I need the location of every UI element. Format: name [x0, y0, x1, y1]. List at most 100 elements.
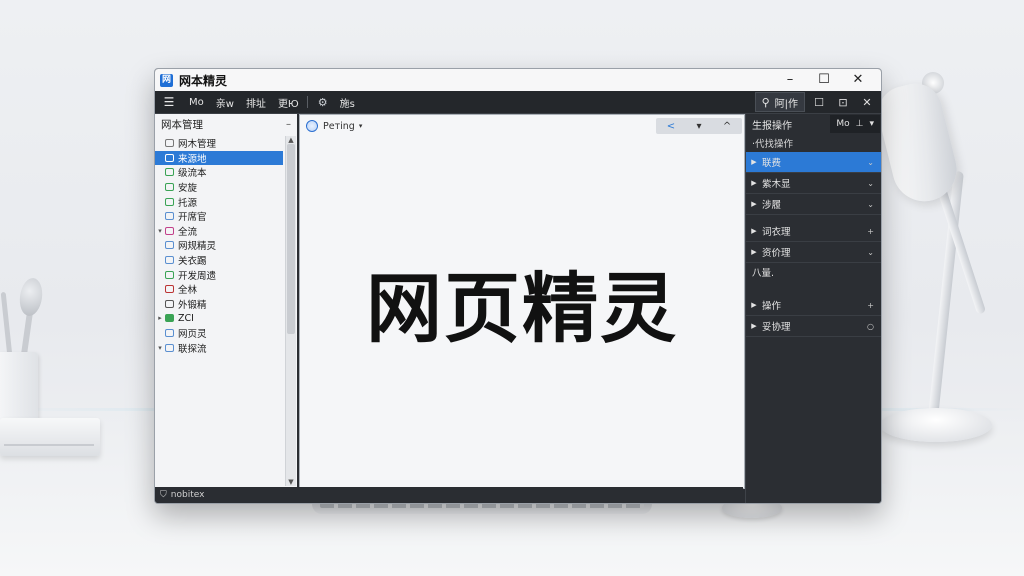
action-item[interactable]: ▶ 紫木显 ⌄: [746, 173, 881, 194]
back-icon[interactable]: <: [667, 121, 675, 132]
tree-scrollbar[interactable]: ▲ ▼: [285, 136, 296, 486]
pin-icon[interactable]: ⊥: [856, 119, 864, 129]
tree-toggle-icon[interactable]: ▾: [155, 227, 165, 235]
maximize-button[interactable]: ☐: [807, 69, 841, 91]
status-bar: ⛉ nobitex: [155, 487, 297, 503]
page-icon: [165, 343, 174, 352]
tree-item[interactable]: 网木管理: [155, 136, 283, 151]
tree-item-label: 网规精灵: [178, 241, 217, 253]
tree-item[interactable]: 开发周遗: [155, 267, 283, 282]
page-icon: [165, 197, 174, 206]
action-item[interactable]: ▶ 资价理 ⌄: [746, 242, 881, 263]
tree-item[interactable]: 网规精灵: [155, 238, 283, 253]
tree-item-label: 来源地: [178, 153, 207, 165]
page-icon: [165, 256, 174, 265]
tree-item[interactable]: ▾ 联探流: [155, 340, 283, 355]
browser-label: Ретing: [323, 120, 355, 132]
panel-toggle-icon[interactable]: ☐: [809, 96, 829, 109]
menu-item-1[interactable]: Mo: [189, 97, 204, 108]
chevron-down-icon[interactable]: ⌄: [867, 200, 874, 209]
chevron-down-icon[interactable]: ⌄: [867, 179, 874, 188]
action-item[interactable]: ▶ 涉履 ⌄: [746, 194, 881, 215]
tree-item-label: 网页灵: [178, 329, 207, 341]
page-icon: [165, 183, 174, 192]
dropdown-icon[interactable]: ▾: [696, 121, 701, 132]
search-icon: ⚲: [761, 95, 770, 109]
action-item[interactable]: ▶ 妥协理 ○: [746, 316, 881, 337]
tree-toggle-icon[interactable]: ▾: [155, 344, 165, 352]
settings-icon[interactable]: ⚙: [318, 96, 328, 109]
canvas-footer: [299, 487, 743, 503]
scroll-up-icon[interactable]: ▲: [286, 136, 296, 144]
add-icon[interactable]: +: [867, 227, 874, 236]
tree-item[interactable]: 外锻精: [155, 297, 283, 312]
action-item[interactable]: ▶ 操作 +: [746, 295, 881, 316]
action-item[interactable]: ▶ 词衣理 +: [746, 221, 881, 242]
tree-item[interactable]: 级流本: [155, 165, 283, 180]
hamburger-menu-icon[interactable]: ☰: [161, 95, 177, 109]
tree-item[interactable]: 全林: [155, 282, 283, 297]
action-label: 资价理: [762, 248, 791, 259]
action-label: 词衣理: [762, 227, 791, 238]
action-label: 妥协理: [762, 322, 791, 333]
browser-selector[interactable]: Ретing ▾: [306, 120, 362, 132]
tree-toggle-icon[interactable]: ▸: [155, 314, 165, 322]
folder-icon: [165, 314, 174, 323]
tree-item-label: 关衣踢: [178, 256, 207, 268]
spoon-handle-2: [0, 291, 13, 357]
navigation-controls: < ▾ ^: [656, 118, 742, 134]
close-button[interactable]: ✕: [841, 69, 875, 91]
lamp-base: [880, 408, 992, 442]
tree-item[interactable]: 开席官: [155, 209, 283, 224]
action-item-selected[interactable]: ▶ 联费 ⌄: [746, 152, 881, 173]
menu-item-4[interactable]: 更Ю: [278, 95, 299, 110]
tree-item[interactable]: ▾ 全流: [155, 224, 283, 239]
tree-item-label: 开席官: [178, 212, 207, 224]
minimize-button[interactable]: –: [773, 69, 807, 91]
chevron-down-icon[interactable]: ▾: [869, 119, 874, 129]
tree-item[interactable]: 关衣踢: [155, 253, 283, 268]
close-panel-icon[interactable]: ✕: [857, 96, 877, 109]
restore-panel-icon[interactable]: ⊡: [833, 96, 853, 109]
search-input[interactable]: ⚲ 阿|作: [754, 92, 805, 112]
chevron-down-icon: ▾: [358, 122, 363, 130]
add-icon[interactable]: +: [867, 301, 874, 310]
collapse-up-icon[interactable]: ^: [723, 121, 731, 132]
menu-item-5[interactable]: 施s: [340, 95, 355, 110]
page-icon: [165, 168, 174, 177]
tree-item-label: 全流: [178, 226, 198, 238]
utensil-cup: [0, 352, 38, 428]
expand-arrow-icon: ▶: [751, 200, 757, 208]
tree-item-label: 托源: [178, 197, 198, 209]
tree-item-selected[interactable]: 来源地: [155, 150, 283, 166]
page-icon: [165, 299, 174, 308]
menu-item-3[interactable]: 排址: [246, 95, 266, 110]
page-icon: [165, 212, 174, 221]
page-icon: [165, 226, 174, 235]
tree-item[interactable]: ▸ ZCI: [155, 311, 283, 326]
action-label: 联费: [762, 158, 782, 169]
menubar-right-tools: ⚲ 阿|作 ☐ ⊡ ✕: [754, 92, 877, 112]
title-bar: 网 网本精灵 – ☐ ✕: [155, 69, 881, 91]
tree-item[interactable]: 托源: [155, 194, 283, 209]
chevron-down-icon[interactable]: ⌄: [867, 158, 874, 167]
tree-item[interactable]: 网页灵: [155, 326, 283, 341]
quantity-label: 八量.: [752, 268, 775, 279]
action-label: 涉履: [762, 200, 782, 211]
menu-item-2[interactable]: 亲w: [216, 95, 234, 110]
tree-item[interactable]: 安旋: [155, 180, 283, 195]
option-icon[interactable]: ○: [867, 322, 874, 331]
app-icon: 网: [160, 73, 173, 87]
expand-arrow-icon: ▶: [751, 158, 757, 166]
mode-button[interactable]: Mo: [836, 119, 849, 129]
scroll-down-icon[interactable]: ▼: [286, 478, 296, 486]
action-label: 操作: [762, 301, 782, 312]
tree-item-label: 联探流: [178, 343, 207, 355]
tree-item-label: 开发周遗: [178, 270, 217, 282]
collapse-icon[interactable]: –: [286, 119, 291, 130]
chevron-down-icon[interactable]: ⌄: [867, 248, 874, 257]
page-icon: [165, 329, 174, 338]
window-controls: – ☐ ✕: [773, 69, 875, 91]
scrollbar-thumb[interactable]: [287, 144, 295, 334]
tree-item-label: ZCI: [178, 312, 194, 324]
